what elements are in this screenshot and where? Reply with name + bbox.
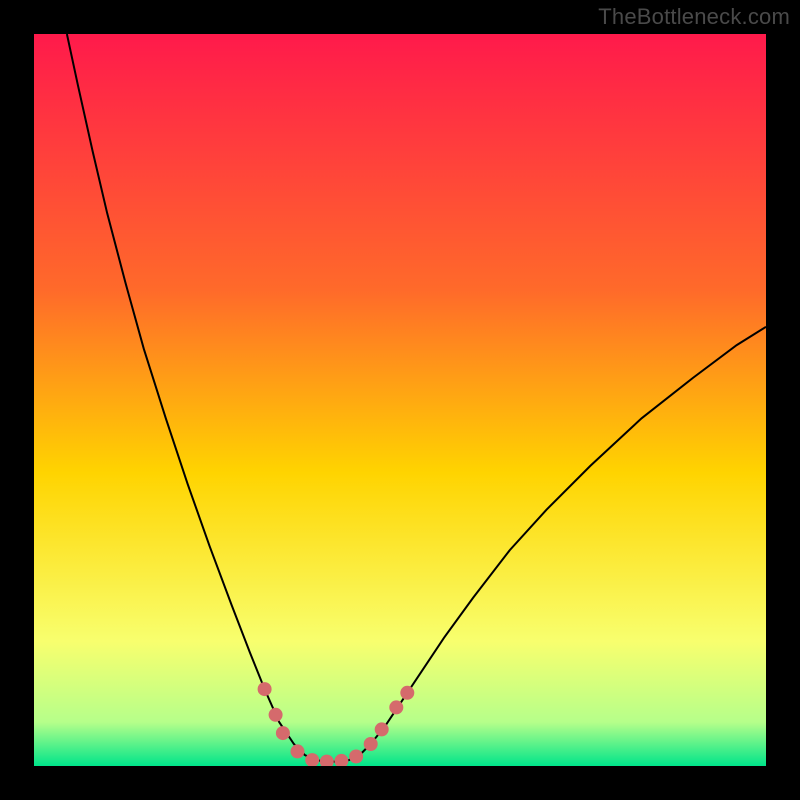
curve-marker: [364, 737, 378, 751]
curve-marker: [375, 722, 389, 736]
attribution-label: TheBottleneck.com: [598, 4, 790, 30]
curve-marker: [276, 726, 290, 740]
curve-marker: [389, 700, 403, 714]
gradient-panel: [34, 34, 766, 766]
curve-marker: [258, 682, 272, 696]
curve-marker: [400, 686, 414, 700]
curve-marker: [291, 744, 305, 758]
chart-frame: TheBottleneck.com: [0, 0, 800, 800]
plot-area: [34, 34, 766, 766]
curve-marker: [269, 708, 283, 722]
chart-svg: [34, 34, 766, 766]
curve-marker: [349, 750, 363, 764]
